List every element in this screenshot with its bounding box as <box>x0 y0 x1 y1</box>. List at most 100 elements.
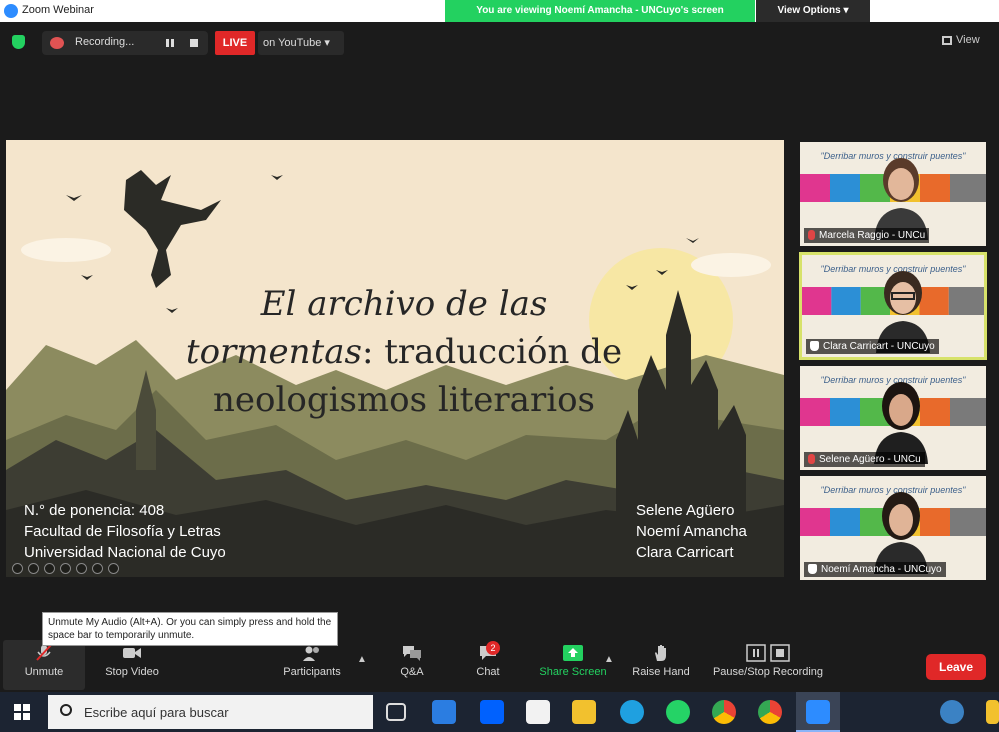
meeting-area: Recording... LIVE on YouTube ▾ View El a… <box>0 22 999 692</box>
video-camera-icon <box>123 648 141 658</box>
recording-indicator: Recording... <box>42 31 208 55</box>
slide-info-line: Universidad Nacional de Cuyo <box>24 544 226 561</box>
participant-video-person <box>874 492 928 574</box>
slide-pen-icon[interactable] <box>44 563 55 574</box>
muted-mic-icon <box>808 230 815 241</box>
participant-tile[interactable]: "Derribar muros y construir puentes" Sel… <box>800 366 986 470</box>
chat-button[interactable]: 2 Chat <box>470 641 506 678</box>
pause-stop-recording-icon <box>746 644 790 662</box>
participants-button[interactable]: Participants <box>280 644 344 678</box>
participants-caret-icon[interactable]: ▲ <box>357 654 367 665</box>
chat-unread-badge: 2 <box>486 641 500 655</box>
slide-institution-info: N.° de ponencia: 408 Facultad de Filosof… <box>24 500 226 563</box>
slide-more-icon[interactable] <box>92 563 103 574</box>
windows-start-icon[interactable] <box>14 704 30 720</box>
windows-taskbar: Escribe aquí para buscar <box>0 692 999 732</box>
raised-hand-icon <box>810 341 819 352</box>
slide-title-line-2-italic: tormentas <box>185 332 362 372</box>
slide-prev-icon[interactable] <box>12 563 23 574</box>
raise-hand-icon <box>655 645 666 661</box>
task-view-icon[interactable] <box>386 703 406 721</box>
slide-menu-icon[interactable] <box>108 563 119 574</box>
stop-video-label: Stop Video <box>105 666 159 678</box>
slide-navigation-controls[interactable] <box>12 561 124 575</box>
unmute-tooltip: Unmute My Audio (Alt+A). Or you can simp… <box>42 612 338 646</box>
chrome-profile-icon[interactable] <box>758 700 782 724</box>
file-explorer-icon[interactable] <box>572 700 596 724</box>
zoom-app-icon <box>4 4 18 18</box>
slide-title: El archivo de las tormentas: traducción … <box>124 280 684 424</box>
participant-tile[interactable]: "Derribar muros y construir puentes" Mar… <box>800 142 986 246</box>
raised-hand-icon <box>808 564 817 575</box>
muted-mic-icon <box>808 454 815 465</box>
pause-stop-recording-label: Pause/Stop Recording <box>712 666 824 678</box>
shared-screen-slide: El archivo de las tormentas: traducción … <box>6 140 784 577</box>
cloud-record-icon <box>50 37 64 49</box>
raise-hand-label: Raise Hand <box>632 666 690 678</box>
share-screen-label: Share Screen <box>539 666 607 678</box>
participant-nametag: Noemí Amancha - UNCuyo <box>804 562 946 577</box>
participant-video-person <box>874 382 928 464</box>
muted-microphone-icon <box>36 644 52 661</box>
stop-recording-icon[interactable] <box>190 39 198 47</box>
slide-next-icon[interactable] <box>28 563 39 574</box>
share-screen-caret-icon[interactable]: ▲ <box>604 654 614 665</box>
recording-label: Recording... <box>75 36 135 48</box>
window-title: Zoom Webinar <box>22 4 94 16</box>
slide-author: Clara Carricart <box>636 544 734 561</box>
slide-info-line: Facultad de Filosofía y Letras <box>24 523 221 540</box>
slide-title-line-1: El archivo de las <box>260 284 548 324</box>
help-icon[interactable] <box>940 700 964 724</box>
participants-label: Participants <box>283 666 341 678</box>
view-options-button[interactable]: View Options ▾ <box>756 0 870 22</box>
dropbox-icon[interactable] <box>480 700 504 724</box>
pause-stop-recording-button[interactable]: Pause/Stop Recording <box>708 644 828 678</box>
live-target-dropdown[interactable]: on YouTube ▾ <box>258 31 344 55</box>
participant-tile[interactable]: "Derribar muros y construir puentes" Noe… <box>800 476 986 580</box>
participant-name: Selene Agüero - UNCu <box>819 454 921 465</box>
taskbar-search-box[interactable]: Escribe aquí para buscar <box>48 695 373 729</box>
participant-video-person <box>874 158 928 240</box>
slide-authors: Selene Agüero Noemí Amancha Clara Carric… <box>636 500 747 563</box>
screen-share-banner: You are viewing Noemí Amancha - UNCuyo's… <box>445 0 755 22</box>
view-button[interactable]: View <box>942 34 980 46</box>
participant-nametag: Marcela Raggio - UNCu <box>804 228 930 243</box>
slide-info-line: N.° de ponencia: 408 <box>24 502 165 519</box>
slide-title-line-2-rest: : traducción de <box>361 332 623 372</box>
whatsapp-icon[interactable] <box>666 700 690 724</box>
participant-tile-active-speaker[interactable]: "Derribar muros y construir puentes" Cla… <box>799 252 987 360</box>
unmute-label: Unmute <box>24 666 64 678</box>
pause-recording-icon[interactable] <box>166 39 174 47</box>
mail-icon[interactable] <box>432 700 456 724</box>
share-screen-arrow-icon <box>563 645 583 661</box>
participant-name: Noemí Amancha - UNCuyo <box>821 564 942 575</box>
unmute-button[interactable]: Unmute <box>14 644 74 678</box>
zoom-taskbar-icon[interactable] <box>806 700 830 724</box>
qa-button[interactable]: Q&A <box>394 644 430 678</box>
taskbar-search-placeholder: Escribe aquí para buscar <box>84 705 229 720</box>
security-shield-icon[interactable] <box>12 35 25 49</box>
meeting-toolbar: Unmute Stop Video Participants ▲ Q&A 2 C… <box>0 640 999 692</box>
share-screen-button[interactable]: Share Screen <box>536 644 610 678</box>
tray-folder-icon[interactable] <box>986 700 999 724</box>
live-badge: LIVE <box>215 31 255 55</box>
slide-author: Noemí Amancha <box>636 523 747 540</box>
participant-video-strip: "Derribar muros y construir puentes" Mar… <box>799 142 988 586</box>
raise-hand-button[interactable]: Raise Hand <box>630 644 692 678</box>
chrome-icon[interactable] <box>712 700 736 724</box>
qa-label: Q&A <box>400 666 424 678</box>
participant-nametag: Selene Agüero - UNCu <box>804 452 925 467</box>
qa-bubble-icon <box>403 646 421 661</box>
slide-zoom-icon[interactable] <box>76 563 87 574</box>
store-icon[interactable] <box>526 700 550 724</box>
leave-button[interactable]: Leave <box>926 654 986 680</box>
stop-video-button[interactable]: Stop Video <box>100 644 164 678</box>
participant-name: Clara Carricart - UNCuyo <box>823 341 935 352</box>
view-label: View <box>956 34 980 46</box>
chat-label: Chat <box>476 666 500 678</box>
participant-name: Marcela Raggio - UNCu <box>819 230 926 241</box>
search-icon <box>60 704 72 716</box>
slide-grid-icon[interactable] <box>60 563 71 574</box>
slide-author: Selene Agüero <box>636 502 735 519</box>
edge-browser-icon[interactable] <box>620 700 644 724</box>
